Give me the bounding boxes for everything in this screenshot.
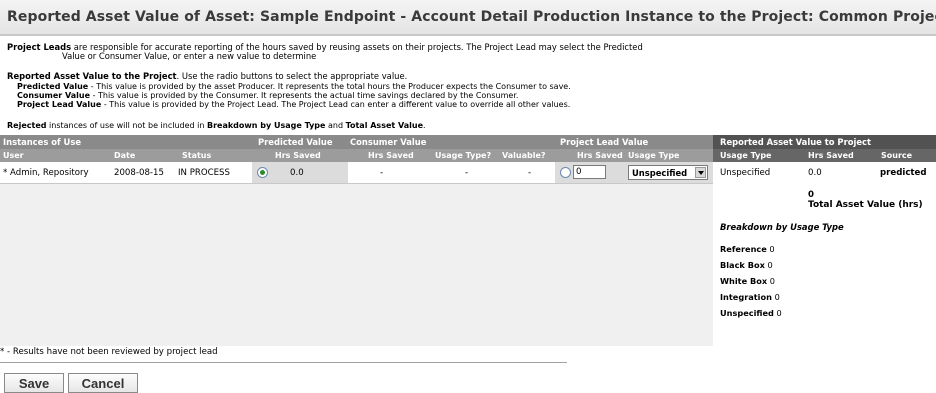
row-user: * Admin, Repository [3, 168, 89, 178]
footer-divider [0, 362, 567, 363]
col-reported-source: Source [881, 151, 913, 160]
rav-text: . Use the radio buttons to select the ap… [176, 71, 408, 81]
predicted-text: - This value is provided by the asset Pr… [88, 82, 571, 91]
col-status[interactable]: Status [182, 151, 211, 160]
breakdown-title: Breakdown by Usage Type [720, 222, 844, 232]
lead-hrs-input[interactable] [573, 165, 606, 179]
col-predicted-hrs: Hrs Saved [275, 151, 321, 160]
rejected-label: Rejected [7, 121, 47, 130]
rejected-and: and [325, 121, 346, 130]
col-reported-usage: Usage Type [720, 151, 772, 160]
row-reported-usage: Unspecified [720, 168, 771, 178]
lead-usage-selected: Unspecified [632, 168, 688, 178]
rejected-total: Total Asset Value [345, 121, 423, 130]
group-lead: Project Lead Value [560, 137, 649, 147]
rejected-text: instances of use will not be included in [46, 121, 207, 130]
lead-line: Project Lead Value - This value is provi… [17, 100, 570, 110]
breakdown-list: Reference 0 Black Box 0 White Box 0 Inte… [720, 241, 800, 321]
row-status: IN PROCESS [178, 168, 230, 178]
title-bar: Reported Asset Value of Asset: Sample En… [0, 0, 936, 36]
group-consumer: Consumer Value [350, 137, 427, 147]
rejected-end: . [423, 121, 426, 130]
table-body-area [0, 184, 713, 346]
lead-label: Project Lead Value [17, 100, 102, 109]
predicted-label: Predicted Value [17, 82, 89, 91]
intro-rav-line: Reported Asset Value to the Project. Use… [7, 71, 407, 81]
total-asset-value-number: 0 [808, 190, 814, 200]
save-button[interactable]: Save [4, 373, 64, 393]
group-reported: Reported Asset Value to Project [720, 137, 871, 147]
breakdown-item-integration: Integration 0 [720, 292, 780, 302]
consumer-text: - This value is provided by the Consumer… [90, 91, 519, 100]
col-consumer-valuable: Valuable? [502, 151, 546, 160]
col-reported-hrs: Hrs Saved [808, 151, 854, 160]
group-predicted: Predicted Value [258, 137, 333, 147]
leads-text-2: Value or Consumer Value, or enter a new … [62, 51, 317, 61]
rejected-line: Rejected instances of use will not be in… [7, 121, 426, 131]
total-asset-value-label: Total Asset Value (hrs) [808, 200, 923, 210]
col-lead-usage: Usage Type [628, 151, 680, 160]
breakdown-item-black-box: Black Box 0 [720, 260, 773, 270]
consumer-label: Consumer Value [17, 91, 91, 100]
row-consumer-hrs: - [380, 168, 384, 178]
cancel-button[interactable]: Cancel [68, 373, 138, 393]
breakdown-item-reference: Reference 0 [720, 244, 775, 254]
row-consumer-valuable: - [528, 168, 532, 178]
breakdown-item-white-box: White Box 0 [720, 276, 775, 286]
rejected-breakdown: Breakdown by Usage Type [206, 121, 326, 130]
col-consumer-usage: Usage Type? [435, 151, 492, 160]
breakdown-item-unspecified: Unspecified 0 [720, 308, 782, 318]
col-user[interactable]: User [3, 151, 24, 160]
row-date: 2008-08-15 [114, 168, 164, 178]
col-lead-hrs: Hrs Saved [577, 151, 623, 160]
chevron-down-icon[interactable] [695, 167, 706, 178]
row-reported-source: predicted [880, 168, 927, 178]
predicted-value-radio[interactable] [257, 167, 268, 178]
rav-label: Reported Asset Value to the Project [7, 71, 177, 81]
col-consumer-hrs: Hrs Saved [368, 151, 414, 160]
row-predicted-hrs: 0.0 [290, 168, 304, 178]
project-lead-value-radio[interactable] [560, 167, 571, 178]
lead-usage-select[interactable]: Unspecified [628, 165, 708, 180]
page-title: Reported Asset Value of Asset: Sample En… [7, 9, 936, 25]
row-reported-hrs: 0.0 [808, 168, 822, 178]
footnote: * - Results have not been reviewed by pr… [0, 347, 218, 357]
lead-text: - This value is provided by the Project … [101, 100, 571, 109]
row-consumer-usage: - [465, 168, 469, 178]
group-instances: Instances of Use [3, 137, 82, 147]
col-date[interactable]: Date [114, 151, 135, 160]
